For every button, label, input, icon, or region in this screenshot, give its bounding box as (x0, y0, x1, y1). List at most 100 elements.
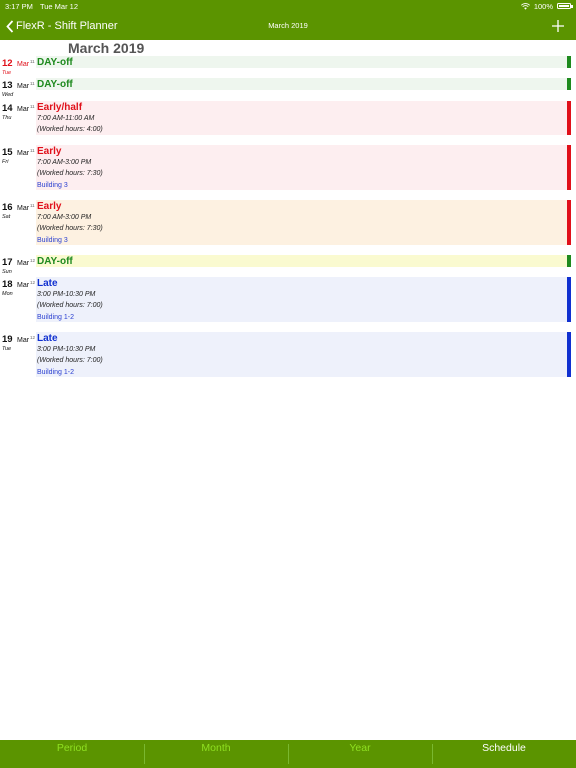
shift-box[interactable]: DAY-off (36, 78, 571, 90)
month-abbrev: Mar (17, 337, 30, 344)
day-number: 15 (2, 147, 13, 158)
weekday: Tue (2, 346, 12, 352)
add-icon[interactable] (550, 18, 566, 34)
date-line: 13 Mar (2, 79, 30, 92)
shift-color-bar (567, 277, 571, 322)
shift-color-bar (567, 101, 571, 135)
worked-hours: (Worked hours: 7:00) (37, 357, 103, 365)
shift-box[interactable]: Early/half 7:00 AM-11:00 AM (Worked hour… (36, 101, 571, 135)
tab-month[interactable]: Month (144, 740, 288, 768)
shift-box[interactable]: Late 3:00 PM-10:30 PM (Worked hours: 7:0… (36, 277, 571, 322)
day-number: 16 (2, 202, 13, 213)
date-cell: 15 Mar Fri (0, 145, 30, 190)
tab-year[interactable]: Year (288, 740, 432, 768)
month-abbrev: Mar (17, 205, 30, 212)
shift-name: Late (37, 278, 58, 289)
weekday: Sat (2, 214, 11, 220)
shift-time: 7:00 AM-3:00 PM (37, 214, 92, 221)
month-abbrev: Mar (17, 106, 30, 113)
shift-color-bar (567, 78, 571, 90)
navigation-bar: FlexR - Shift Planner March 2019 (0, 12, 576, 40)
date-cell: 17 Mar Sun (0, 255, 30, 276)
shift-box[interactable]: DAY-off (36, 56, 571, 68)
back-button[interactable]: FlexR - Shift Planner (6, 12, 117, 40)
date-line: 17 Mar (2, 256, 30, 269)
shift-time: 7:00 AM-11:00 AM (37, 115, 95, 122)
date-line: 15 Mar (2, 146, 30, 159)
shift-name: DAY-off (37, 256, 73, 267)
month-header: March 2019 (68, 40, 145, 56)
date-cell: 16 Mar Sat (0, 200, 30, 245)
shift-box[interactable]: Early 7:00 AM-3:00 PM (Worked hours: 7:3… (36, 145, 571, 190)
day-row[interactable]: 12 Mar Tue 11 DAY-off (0, 56, 576, 77)
worked-hours: (Worked hours: 7:00) (37, 302, 103, 310)
worked-hours: (Worked hours: 7:30) (37, 170, 103, 178)
status-time: 3:17 PM (5, 1, 33, 11)
date-cell: 14 Mar Thu (0, 101, 30, 135)
day-row[interactable]: 18 Mar Mon 12 Late 3:00 PM-10:30 PM (Wor… (0, 277, 576, 322)
date-line: 16 Mar (2, 201, 30, 214)
shift-box[interactable]: Early 7:00 AM-3:00 PM (Worked hours: 7:3… (36, 200, 571, 245)
tab-schedule[interactable]: Schedule (432, 740, 576, 768)
day-row[interactable]: 13 Mar Wed 11 DAY-off (0, 78, 576, 99)
shift-time: 3:00 PM-10:30 PM (37, 346, 96, 353)
day-row[interactable]: 16 Mar Sat 11 Early 7:00 AM-3:00 PM (Wor… (0, 200, 576, 245)
back-button-label: FlexR - Shift Planner (16, 20, 118, 32)
day-row[interactable]: 15 Mar Fri 11 Early 7:00 AM-3:00 PM (Wor… (0, 145, 576, 190)
day-row[interactable]: 19 Mar Tue 12 Late 3:00 PM-10:30 PM (Wor… (0, 332, 576, 377)
day-number: 12 (2, 58, 13, 69)
status-bar: 3:17 PM Tue Mar 12 100% (0, 0, 576, 12)
day-row[interactable]: 17 Mar Sun 12 DAY-off (0, 255, 576, 276)
date-line: 14 Mar (2, 102, 30, 115)
shift-name: Early/half (37, 102, 83, 113)
weekday: Fri (2, 159, 9, 165)
shift-color-bar (567, 332, 571, 377)
status-right: 100% (520, 1, 573, 11)
month-abbrev: Mar (17, 260, 30, 267)
date-cell: 13 Mar Wed (0, 78, 30, 99)
shift-color-bar (567, 56, 571, 68)
tab-period[interactable]: Period (0, 740, 144, 768)
date-cell: 18 Mar Mon (0, 277, 30, 322)
day-number: 18 (2, 279, 13, 290)
date-line: 18 Mar (2, 278, 30, 291)
shift-box[interactable]: DAY-off (36, 255, 571, 267)
tab-bar: Period Month Year Schedule (0, 740, 576, 768)
date-line: 19 Mar (2, 333, 30, 346)
day-number: 19 (2, 334, 13, 345)
shift-color-bar (567, 255, 571, 267)
battery-icon (557, 2, 573, 10)
date-cell: 19 Mar Tue (0, 332, 30, 377)
shift-name: Late (37, 333, 58, 344)
shift-color-bar (567, 200, 571, 245)
battery-percent: 100% (533, 1, 553, 11)
date-cell: 12 Mar Tue (0, 56, 30, 77)
shift-location: Building 1-2 (37, 368, 74, 376)
shift-color-bar (567, 145, 571, 190)
worked-hours: (Worked hours: 4:00) (37, 126, 103, 134)
shift-name: DAY-off (37, 79, 73, 90)
day-number: 13 (2, 80, 13, 91)
shift-name: Early (37, 146, 62, 157)
day-number: 14 (2, 103, 13, 114)
shift-location: Building 1-2 (37, 313, 74, 321)
shift-location: Building 3 (37, 181, 68, 189)
schedule-list: 12 Mar Tue 11 DAY-off 13 Mar Wed 11 DAY-… (0, 56, 576, 387)
shift-time: 7:00 AM-3:00 PM (37, 159, 92, 166)
shift-location: Building 3 (37, 236, 68, 244)
day-row[interactable]: 14 Mar Thu 11 Early/half 7:00 AM-11:00 A… (0, 101, 576, 135)
month-abbrev: Mar (17, 61, 30, 68)
worked-hours: (Worked hours: 7:30) (37, 225, 103, 233)
chevron-left-icon (6, 19, 14, 33)
day-number: 17 (2, 257, 13, 268)
month-abbrev: Mar (17, 83, 30, 90)
status-date: Tue Mar 12 (39, 1, 79, 11)
shift-time: 3:00 PM-10:30 PM (37, 291, 96, 298)
shift-name: DAY-off (37, 57, 73, 68)
weekday: Thu (2, 115, 12, 121)
wifi-icon (520, 2, 530, 10)
weekday: Mon (2, 291, 13, 297)
shift-box[interactable]: Late 3:00 PM-10:30 PM (Worked hours: 7:0… (36, 332, 571, 377)
date-line: 12 Mar (2, 57, 30, 70)
month-abbrev: Mar (17, 150, 30, 157)
